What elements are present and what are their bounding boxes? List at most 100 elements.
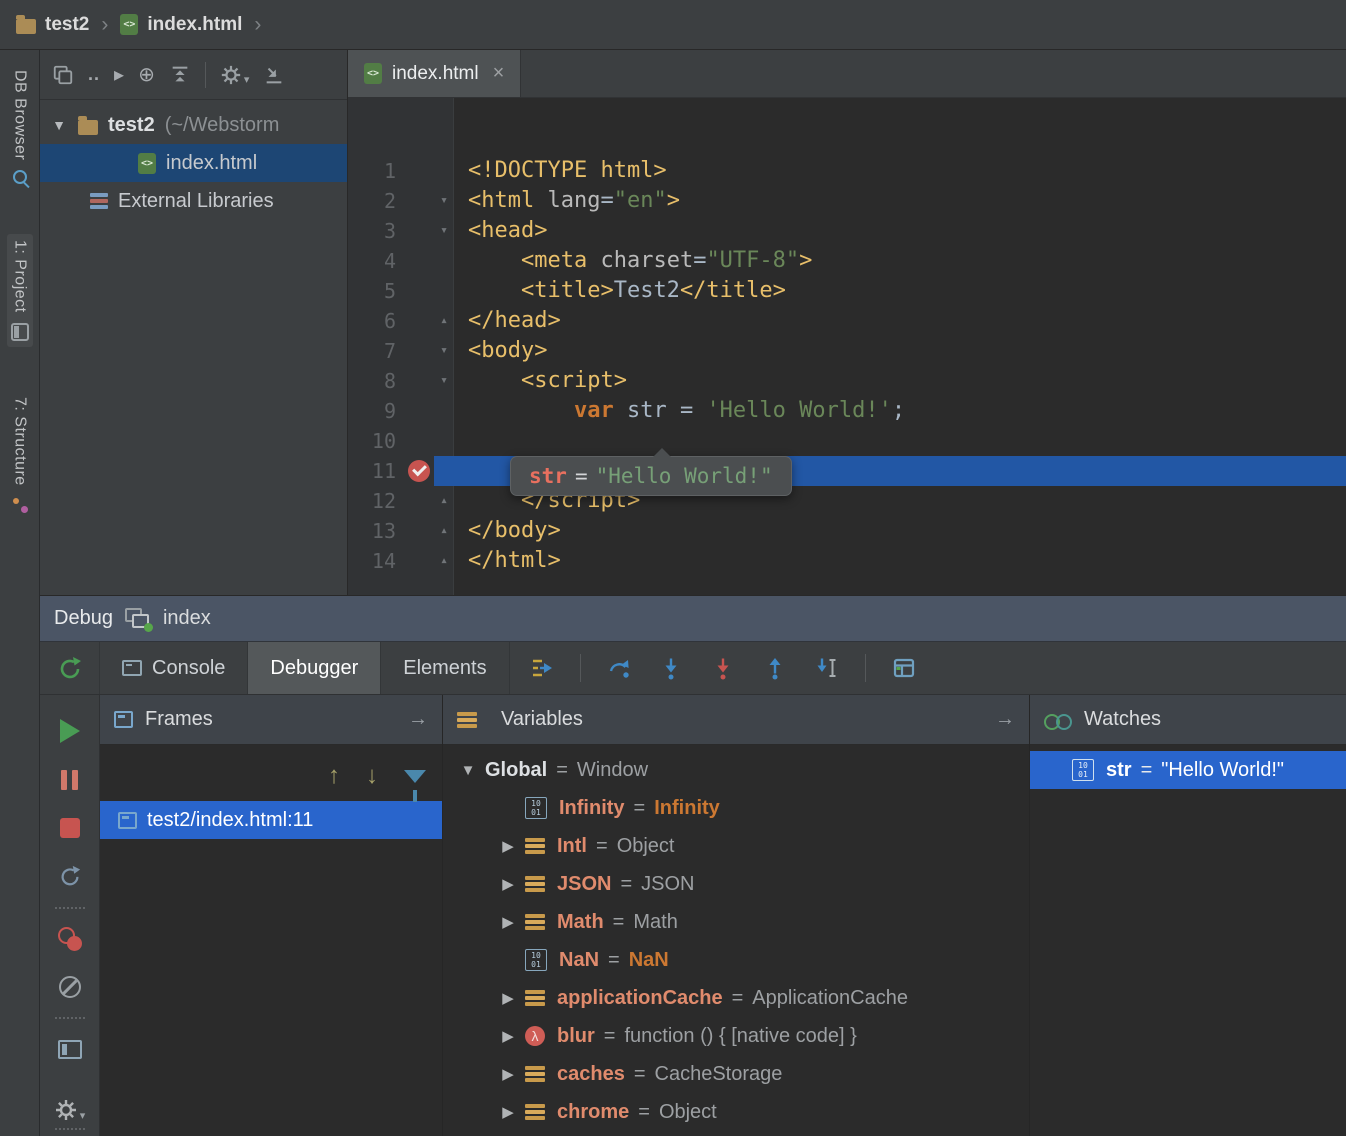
line-number[interactable]: 8 (348, 366, 404, 396)
variable-row[interactable]: 1001Infinity=Infinity (443, 789, 1029, 827)
collapse-all-icon[interactable] (169, 64, 191, 86)
variable-row[interactable]: ▼Global=Window (443, 751, 1029, 789)
tab-console[interactable]: Console (100, 642, 248, 694)
tab-debugger[interactable]: Debugger (248, 642, 381, 694)
resume-program-icon[interactable] (40, 707, 99, 755)
breakpoint-column[interactable] (404, 546, 434, 576)
debugger-settings-icon[interactable]: ▾ (40, 1074, 99, 1122)
line-number[interactable]: 3 (348, 216, 404, 246)
evaluate-expression-icon[interactable] (886, 650, 922, 686)
fold-marker[interactable] (434, 276, 454, 306)
breadcrumb-item[interactable]: index.html (120, 14, 242, 36)
variable-row[interactable]: ▶applicationCache=ApplicationCache (443, 979, 1029, 1017)
close-tab-icon[interactable]: × (493, 62, 505, 85)
breakpoint-column[interactable] (404, 486, 434, 516)
locate-file-icon[interactable]: ⊕ (138, 62, 155, 87)
frame-row[interactable]: test2/index.html:11 (100, 801, 442, 839)
expand-arrow[interactable]: ▼ (451, 762, 485, 779)
restart-icon[interactable] (40, 852, 99, 900)
expand-arrow[interactable]: ▶ (491, 1065, 525, 1083)
variable-row[interactable]: ▶caches=CacheStorage (443, 1055, 1029, 1093)
previous-frame-icon[interactable]: ↑ (328, 762, 340, 790)
watch-row[interactable]: 1001str="Hello World!" (1030, 751, 1346, 789)
tab-elements[interactable]: Elements (381, 642, 509, 694)
variable-row[interactable]: ▶JSON=JSON (443, 865, 1029, 903)
mute-breakpoints-icon[interactable] (40, 963, 99, 1011)
fold-marker[interactable]: ▾ (434, 216, 454, 246)
expand-arrow[interactable]: ▶ (491, 837, 525, 855)
variable-row[interactable]: ▶Intl=Object (443, 827, 1029, 865)
breakpoint-column[interactable] (404, 216, 434, 246)
restore-layout-icon[interactable] (40, 1025, 99, 1073)
breakpoint-column[interactable] (404, 426, 434, 456)
fold-marker[interactable] (434, 396, 454, 426)
expand-arrow[interactable]: ▶ (491, 1027, 525, 1045)
line-number[interactable]: 2 (348, 186, 404, 216)
expand-arrow[interactable]: ▼ (50, 117, 68, 133)
breakpoint-column[interactable] (404, 306, 434, 336)
fold-marker[interactable]: ▾ (434, 366, 454, 396)
variable-row[interactable]: ▶Math=Math (443, 903, 1029, 941)
step-over-icon[interactable] (601, 650, 637, 686)
expand-arrow[interactable]: ▶ (491, 913, 525, 931)
variable-row[interactable]: 1001NaN=NaN (443, 941, 1029, 979)
line-number[interactable]: 10 (348, 426, 404, 456)
editor-body[interactable]: 1<!DOCTYPE html>2▾<html lang="en">3▾<hea… (348, 98, 1346, 595)
line-number[interactable]: 5 (348, 276, 404, 306)
run-to-cursor-icon[interactable] (809, 650, 845, 686)
line-number[interactable]: 12 (348, 486, 404, 516)
breakpoint-column[interactable] (404, 456, 434, 486)
expand-arrow[interactable]: ▶ (491, 989, 525, 1007)
fold-marker[interactable]: ▴ (434, 516, 454, 546)
line-number[interactable]: 14 (348, 546, 404, 576)
pause-program-icon[interactable] (40, 755, 99, 803)
expand-arrow[interactable]: ▶ (491, 1103, 525, 1121)
fold-marker[interactable]: ▴ (434, 546, 454, 576)
variable-row[interactable]: ▶chrome=Object (443, 1093, 1029, 1131)
line-number[interactable]: 4 (348, 246, 404, 276)
line-number[interactable]: 1 (348, 156, 404, 186)
tree-node-root[interactable]: ▼ test2 (~/Webstorm (40, 106, 347, 144)
tree-node-external-libraries[interactable]: External Libraries (40, 182, 347, 220)
expand-icon[interactable]: ▸ (114, 62, 124, 87)
fold-marker[interactable]: ▾ (434, 186, 454, 216)
line-number[interactable]: 7 (348, 336, 404, 366)
rerun-icon[interactable] (52, 650, 88, 686)
debug-header[interactable]: Debug index (40, 596, 1346, 642)
line-number[interactable]: 13 (348, 516, 404, 546)
breakpoint-icon[interactable] (408, 460, 430, 482)
breakpoint-column[interactable] (404, 186, 434, 216)
scroll-to-icon[interactable]: → (408, 708, 428, 731)
variable-row[interactable]: ▶λblur=function () { [native code] } (443, 1017, 1029, 1055)
fold-marker[interactable]: ▾ (434, 336, 454, 366)
fold-marker[interactable]: ▴ (434, 306, 454, 336)
tool-window-button-1-project[interactable]: 1: Project (7, 234, 33, 347)
breakpoint-column[interactable] (404, 516, 434, 546)
fold-marker[interactable] (434, 246, 454, 276)
fold-marker[interactable]: ▴ (434, 486, 454, 516)
breakpoint-column[interactable] (404, 156, 434, 186)
project-view-selector-icon[interactable] (52, 64, 74, 86)
breakpoint-column[interactable] (404, 366, 434, 396)
scroll-to-icon[interactable]: → (995, 708, 1015, 731)
fold-marker[interactable] (434, 156, 454, 186)
line-number[interactable]: 6 (348, 306, 404, 336)
breakpoint-column[interactable] (404, 276, 434, 306)
breakpoint-column[interactable] (404, 396, 434, 426)
force-step-into-icon[interactable] (705, 650, 741, 686)
line-number[interactable]: 11 (348, 456, 404, 486)
line-number[interactable]: 9 (348, 396, 404, 426)
filter-frames-icon[interactable] (404, 770, 426, 783)
tool-window-button-7-structure[interactable]: 7: Structure (7, 391, 33, 520)
stop-icon[interactable] (40, 804, 99, 852)
fold-marker[interactable] (434, 456, 454, 486)
view-breakpoints-icon[interactable] (40, 915, 99, 963)
step-into-icon[interactable] (653, 650, 689, 686)
tree-node-file[interactable]: index.html (40, 144, 347, 182)
next-frame-icon[interactable]: ↓ (366, 762, 378, 790)
fold-marker[interactable] (434, 426, 454, 456)
more-options-icon[interactable]: .. (88, 64, 100, 85)
breakpoint-column[interactable] (404, 246, 434, 276)
hide-panel-icon[interactable] (263, 64, 285, 86)
show-execution-point-icon[interactable] (524, 650, 560, 686)
